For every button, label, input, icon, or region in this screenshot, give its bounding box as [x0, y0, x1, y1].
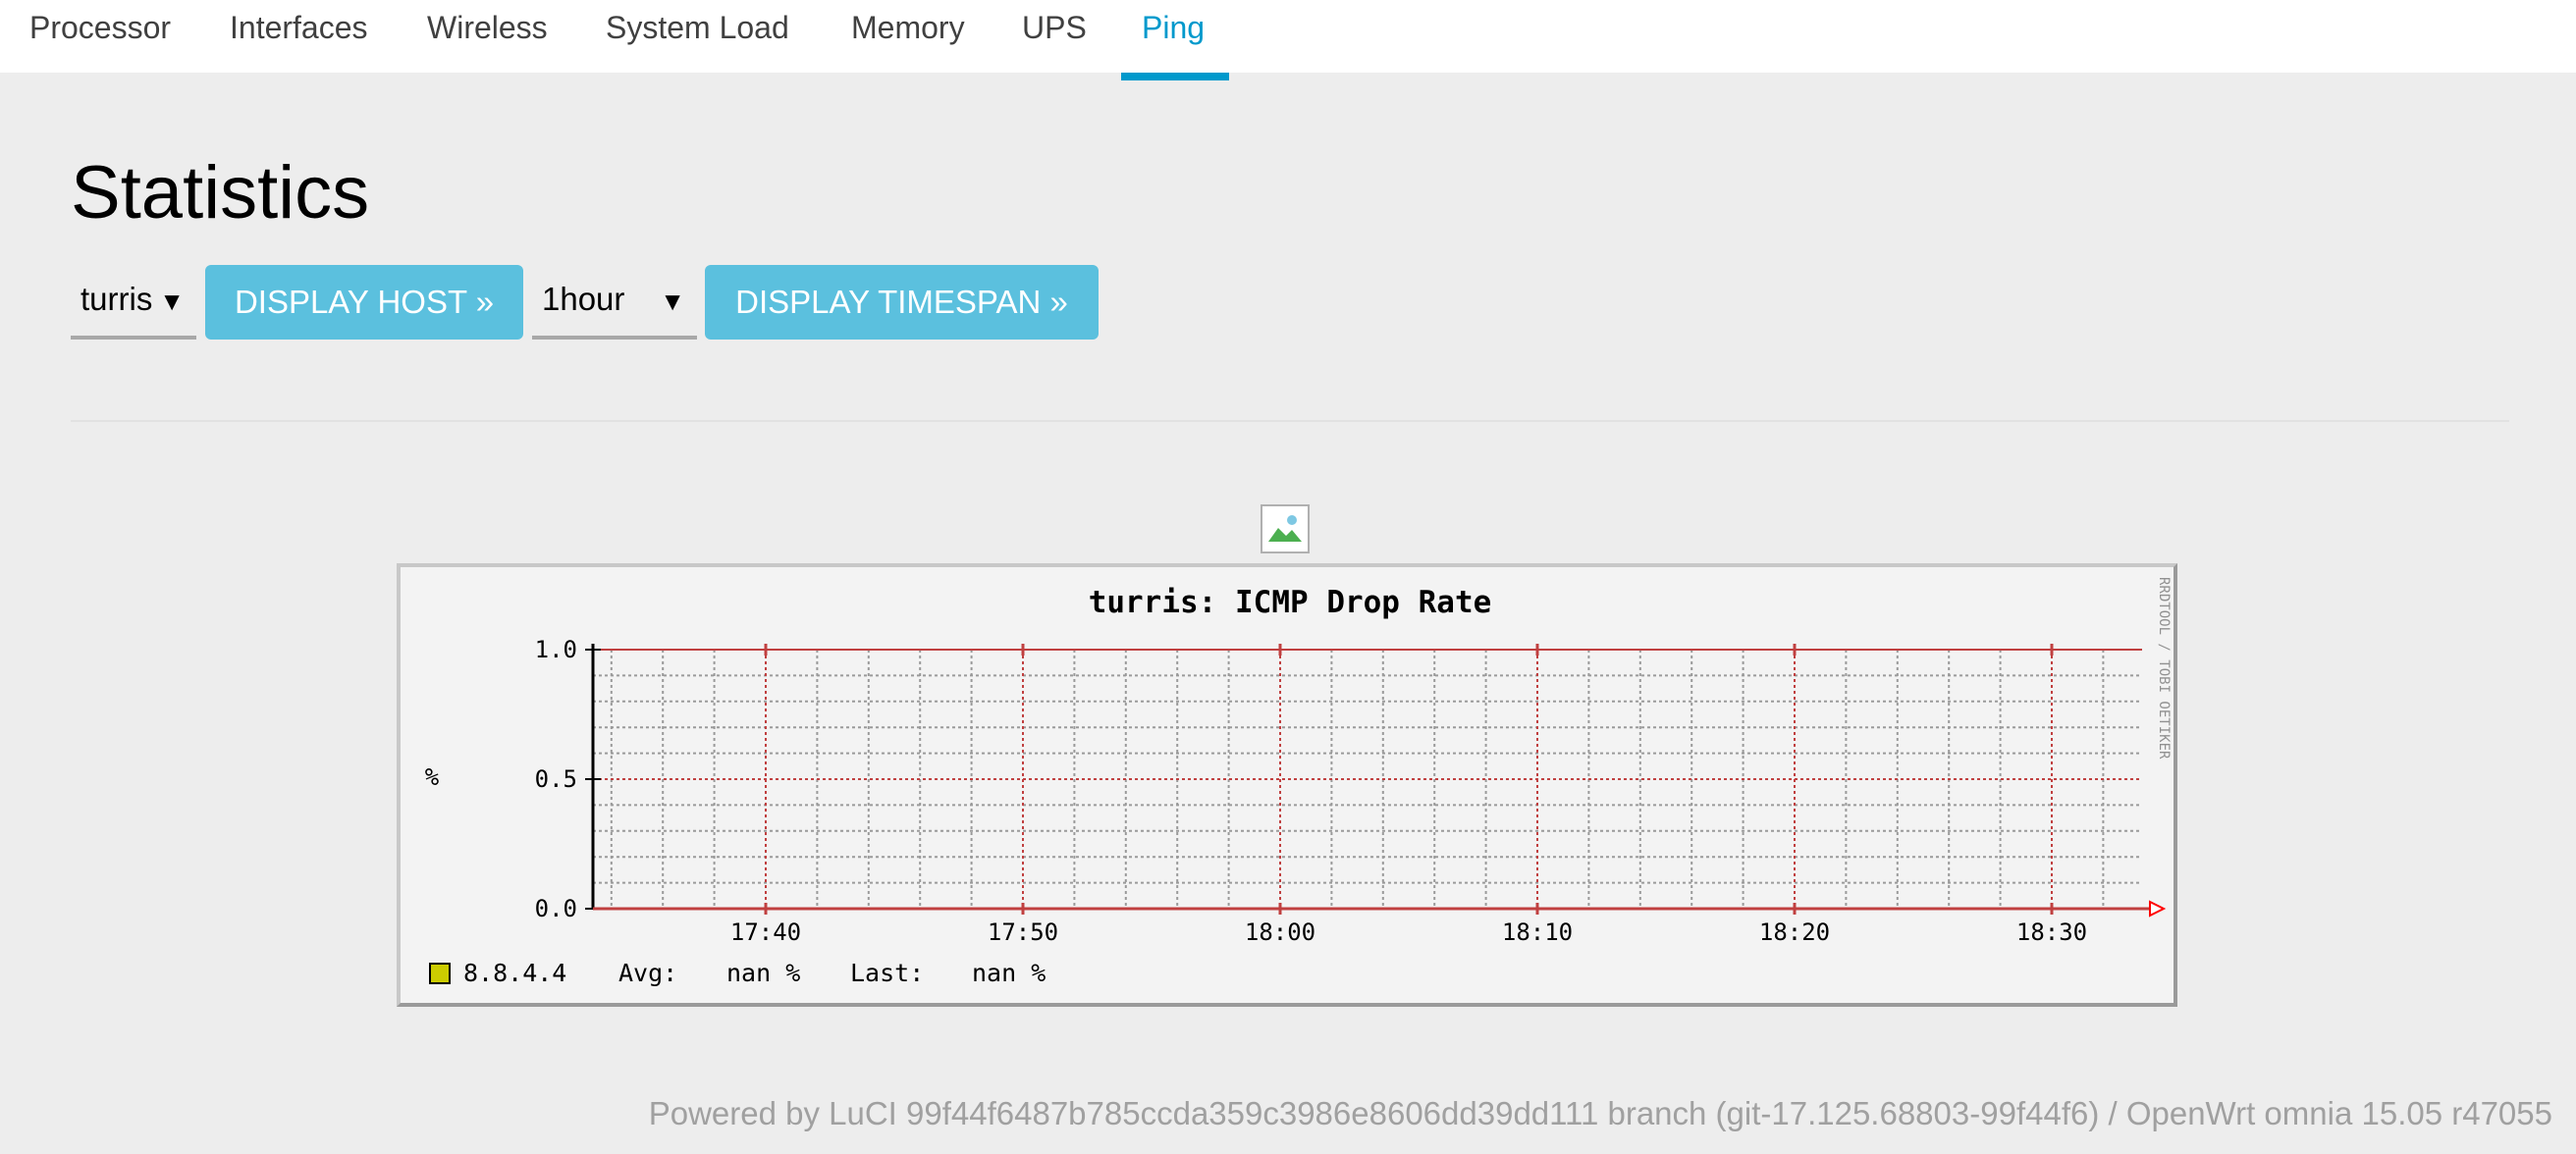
chevron-down-icon: ▼	[159, 287, 185, 316]
y-tick-label: 1.0	[535, 636, 577, 663]
timespan-select[interactable]: 1hour ▼	[532, 265, 697, 340]
tab-system-load[interactable]: System Load	[606, 0, 789, 73]
y-axis-label: %	[425, 763, 440, 791]
x-tick-label: 18:10	[1502, 918, 1573, 946]
host-select-value: turris	[80, 281, 153, 317]
tab-ping[interactable]: Ping	[1142, 0, 1205, 73]
footer-text: Powered by LuCI 99f44f6487b785ccda359c39…	[648, 1095, 2552, 1131]
legend-last-label: Last:	[850, 959, 924, 987]
display-host-button[interactable]: DISPLAY HOST »	[205, 265, 523, 340]
x-tick-label: 17:40	[730, 918, 801, 946]
host-select[interactable]: turris ▼	[71, 265, 196, 340]
legend-swatch	[429, 963, 451, 984]
chart-watermark: RRDTOOL / TOBI OETIKER	[2156, 577, 2172, 760]
legend-series-name: 8.8.4.4	[463, 959, 566, 987]
x-tick-label: 18:00	[1245, 918, 1315, 946]
legend-last-value: nan %	[972, 959, 1046, 987]
legend-avg-value: nan %	[726, 959, 800, 987]
tab-wireless[interactable]: Wireless	[427, 0, 548, 73]
page-title: Statistics	[71, 151, 370, 235]
tab-bar: Processor Interfaces Wireless System Loa…	[0, 0, 2576, 73]
ping-graph: turris: ICMP Drop Rate RRDTOOL / TOBI OE…	[397, 563, 2177, 1007]
legend-avg-label: Avg:	[618, 959, 677, 987]
chevron-down-icon: ▼	[660, 287, 685, 316]
tab-processor[interactable]: Processor	[29, 0, 171, 73]
y-tick-label: 0.5	[535, 765, 577, 793]
chart-title: turris: ICMP Drop Rate	[1089, 585, 1492, 620]
tab-ups[interactable]: UPS	[1022, 0, 1087, 73]
tab-memory[interactable]: Memory	[851, 0, 965, 73]
x-tick-label: 18:20	[1759, 918, 1830, 946]
display-timespan-button[interactable]: DISPLAY TIMESPAN »	[705, 265, 1099, 340]
x-tick-label: 17:50	[988, 918, 1058, 946]
x-axis-arrow-icon	[2149, 900, 2167, 918]
x-tick-label: 18:30	[2016, 918, 2087, 946]
divider	[71, 420, 2509, 422]
active-tab-indicator	[1121, 73, 1229, 80]
y-tick-label: 0.0	[535, 895, 577, 922]
tab-interfaces[interactable]: Interfaces	[230, 0, 368, 73]
broken-image-icon	[1261, 504, 1310, 553]
timespan-select-value: 1hour	[542, 281, 625, 317]
